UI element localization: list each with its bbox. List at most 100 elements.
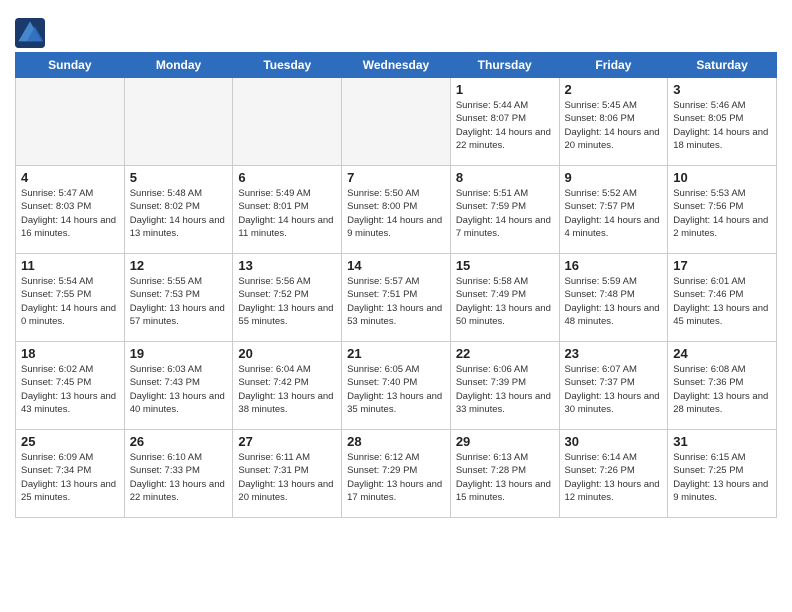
day-info: Sunrise: 5:44 AM Sunset: 8:07 PM Dayligh… <box>456 99 554 152</box>
day-number: 6 <box>238 170 336 185</box>
calendar-cell <box>124 78 233 166</box>
calendar-header-row: SundayMondayTuesdayWednesdayThursdayFrid… <box>16 53 777 78</box>
day-number: 21 <box>347 346 445 361</box>
calendar-cell: 17 Sunrise: 6:01 AM Sunset: 7:46 PM Dayli… <box>668 254 777 342</box>
day-info: Sunrise: 6:06 AM Sunset: 7:39 PM Dayligh… <box>456 363 554 416</box>
day-info: Sunrise: 6:08 AM Sunset: 7:36 PM Dayligh… <box>673 363 771 416</box>
day-number: 31 <box>673 434 771 449</box>
day-number: 26 <box>130 434 228 449</box>
day-info: Sunrise: 5:49 AM Sunset: 8:01 PM Dayligh… <box>238 187 336 240</box>
week-row-1: 1Sunrise: 5:44 AM Sunset: 8:07 PM Daylig… <box>16 78 777 166</box>
day-info: Sunrise: 5:58 AM Sunset: 7:49 PM Dayligh… <box>456 275 554 328</box>
calendar-cell <box>16 78 125 166</box>
day-info: Sunrise: 6:05 AM Sunset: 7:40 PM Dayligh… <box>347 363 445 416</box>
day-number: 17 <box>673 258 771 273</box>
calendar-cell: 14 Sunrise: 5:57 AM Sunset: 7:51 PM Dayli… <box>342 254 451 342</box>
calendar-cell: 20Sunrise: 6:04 AM Sunset: 7:42 PM Dayli… <box>233 342 342 430</box>
calendar-cell: 10 Sunrise: 5:53 AM Sunset: 7:56 PM Dayli… <box>668 166 777 254</box>
week-row-3: 11 Sunrise: 5:54 AM Sunset: 7:55 PM Dayli… <box>16 254 777 342</box>
week-row-2: 4Sunrise: 5:47 AM Sunset: 8:03 PM Daylig… <box>16 166 777 254</box>
day-number: 15 <box>456 258 554 273</box>
day-number: 7 <box>347 170 445 185</box>
day-info: Sunrise: 6:03 AM Sunset: 7:43 PM Dayligh… <box>130 363 228 416</box>
day-info: Sunrise: 5:50 AM Sunset: 8:00 PM Dayligh… <box>347 187 445 240</box>
day-number: 3 <box>673 82 771 97</box>
calendar-cell: 26 Sunrise: 6:10 AM Sunset: 7:33 PM Dayli… <box>124 430 233 518</box>
calendar-cell: 28 Sunrise: 6:12 AM Sunset: 7:29 PM Dayli… <box>342 430 451 518</box>
day-number: 29 <box>456 434 554 449</box>
day-info: Sunrise: 5:47 AM Sunset: 8:03 PM Dayligh… <box>21 187 119 240</box>
day-info: Sunrise: 5:57 AM Sunset: 7:51 PM Dayligh… <box>347 275 445 328</box>
calendar-cell: 25 Sunrise: 6:09 AM Sunset: 7:34 PM Dayli… <box>16 430 125 518</box>
day-number: 10 <box>673 170 771 185</box>
day-number: 27 <box>238 434 336 449</box>
calendar-cell: 7 Sunrise: 5:50 AM Sunset: 8:00 PM Daylig… <box>342 166 451 254</box>
calendar-cell: 22 Sunrise: 6:06 AM Sunset: 7:39 PM Dayli… <box>450 342 559 430</box>
calendar-body: 1Sunrise: 5:44 AM Sunset: 8:07 PM Daylig… <box>16 78 777 518</box>
day-info: Sunrise: 5:45 AM Sunset: 8:06 PM Dayligh… <box>565 99 663 152</box>
day-info: Sunrise: 5:53 AM Sunset: 7:56 PM Dayligh… <box>673 187 771 240</box>
calendar-cell: 23 Sunrise: 6:07 AM Sunset: 7:37 PM Dayli… <box>559 342 668 430</box>
day-number: 23 <box>565 346 663 361</box>
calendar-cell <box>233 78 342 166</box>
day-number: 22 <box>456 346 554 361</box>
day-info: Sunrise: 6:07 AM Sunset: 7:37 PM Dayligh… <box>565 363 663 416</box>
day-info: Sunrise: 6:01 AM Sunset: 7:46 PM Dayligh… <box>673 275 771 328</box>
col-header-tuesday: Tuesday <box>233 53 342 78</box>
calendar-cell: 29 Sunrise: 6:13 AM Sunset: 7:28 PM Dayli… <box>450 430 559 518</box>
calendar-cell: 18 Sunrise: 6:02 AM Sunset: 7:45 PM Dayli… <box>16 342 125 430</box>
day-info: Sunrise: 6:15 AM Sunset: 7:25 PM Dayligh… <box>673 451 771 504</box>
calendar-cell: 5Sunrise: 5:48 AM Sunset: 8:02 PM Daylig… <box>124 166 233 254</box>
calendar-cell <box>342 78 451 166</box>
calendar-cell: 12Sunrise: 5:55 AM Sunset: 7:53 PM Dayli… <box>124 254 233 342</box>
day-number: 11 <box>21 258 119 273</box>
col-header-saturday: Saturday <box>668 53 777 78</box>
logo-icon <box>15 18 45 48</box>
day-info: Sunrise: 6:14 AM Sunset: 7:26 PM Dayligh… <box>565 451 663 504</box>
logo <box>15 18 49 48</box>
calendar-cell: 11 Sunrise: 5:54 AM Sunset: 7:55 PM Dayli… <box>16 254 125 342</box>
day-number: 25 <box>21 434 119 449</box>
calendar-cell: 15 Sunrise: 5:58 AM Sunset: 7:49 PM Dayli… <box>450 254 559 342</box>
calendar-cell: 13 Sunrise: 5:56 AM Sunset: 7:52 PM Dayli… <box>233 254 342 342</box>
day-info: Sunrise: 5:59 AM Sunset: 7:48 PM Dayligh… <box>565 275 663 328</box>
col-header-monday: Monday <box>124 53 233 78</box>
day-number: 28 <box>347 434 445 449</box>
day-number: 19 <box>130 346 228 361</box>
calendar-cell: 4Sunrise: 5:47 AM Sunset: 8:03 PM Daylig… <box>16 166 125 254</box>
day-info: Sunrise: 5:56 AM Sunset: 7:52 PM Dayligh… <box>238 275 336 328</box>
day-number: 16 <box>565 258 663 273</box>
calendar-cell: 24Sunrise: 6:08 AM Sunset: 7:36 PM Dayli… <box>668 342 777 430</box>
day-number: 14 <box>347 258 445 273</box>
week-row-4: 18 Sunrise: 6:02 AM Sunset: 7:45 PM Dayli… <box>16 342 777 430</box>
calendar-cell: 31 Sunrise: 6:15 AM Sunset: 7:25 PM Dayli… <box>668 430 777 518</box>
day-number: 8 <box>456 170 554 185</box>
calendar-cell: 8 Sunrise: 5:51 AM Sunset: 7:59 PM Daylig… <box>450 166 559 254</box>
day-number: 13 <box>238 258 336 273</box>
day-number: 9 <box>565 170 663 185</box>
col-header-thursday: Thursday <box>450 53 559 78</box>
col-header-friday: Friday <box>559 53 668 78</box>
day-info: Sunrise: 6:12 AM Sunset: 7:29 PM Dayligh… <box>347 451 445 504</box>
calendar-cell: 6 Sunrise: 5:49 AM Sunset: 8:01 PM Daylig… <box>233 166 342 254</box>
day-number: 12 <box>130 258 228 273</box>
day-info: Sunrise: 6:10 AM Sunset: 7:33 PM Dayligh… <box>130 451 228 504</box>
day-info: Sunrise: 5:52 AM Sunset: 7:57 PM Dayligh… <box>565 187 663 240</box>
day-number: 18 <box>21 346 119 361</box>
calendar-cell: 9 Sunrise: 5:52 AM Sunset: 7:57 PM Daylig… <box>559 166 668 254</box>
page-header <box>15 10 777 48</box>
calendar-cell: 19 Sunrise: 6:03 AM Sunset: 7:43 PM Dayli… <box>124 342 233 430</box>
calendar-cell: 16 Sunrise: 5:59 AM Sunset: 7:48 PM Dayli… <box>559 254 668 342</box>
day-info: Sunrise: 6:11 AM Sunset: 7:31 PM Dayligh… <box>238 451 336 504</box>
day-number: 20 <box>238 346 336 361</box>
day-info: Sunrise: 5:54 AM Sunset: 7:55 PM Dayligh… <box>21 275 119 328</box>
day-info: Sunrise: 5:51 AM Sunset: 7:59 PM Dayligh… <box>456 187 554 240</box>
day-number: 5 <box>130 170 228 185</box>
day-info: Sunrise: 6:02 AM Sunset: 7:45 PM Dayligh… <box>21 363 119 416</box>
calendar-cell: 3Sunrise: 5:46 AM Sunset: 8:05 PM Daylig… <box>668 78 777 166</box>
week-row-5: 25 Sunrise: 6:09 AM Sunset: 7:34 PM Dayli… <box>16 430 777 518</box>
calendar-cell: 30Sunrise: 6:14 AM Sunset: 7:26 PM Dayli… <box>559 430 668 518</box>
calendar-cell: 1Sunrise: 5:44 AM Sunset: 8:07 PM Daylig… <box>450 78 559 166</box>
day-info: Sunrise: 6:09 AM Sunset: 7:34 PM Dayligh… <box>21 451 119 504</box>
day-info: Sunrise: 6:13 AM Sunset: 7:28 PM Dayligh… <box>456 451 554 504</box>
